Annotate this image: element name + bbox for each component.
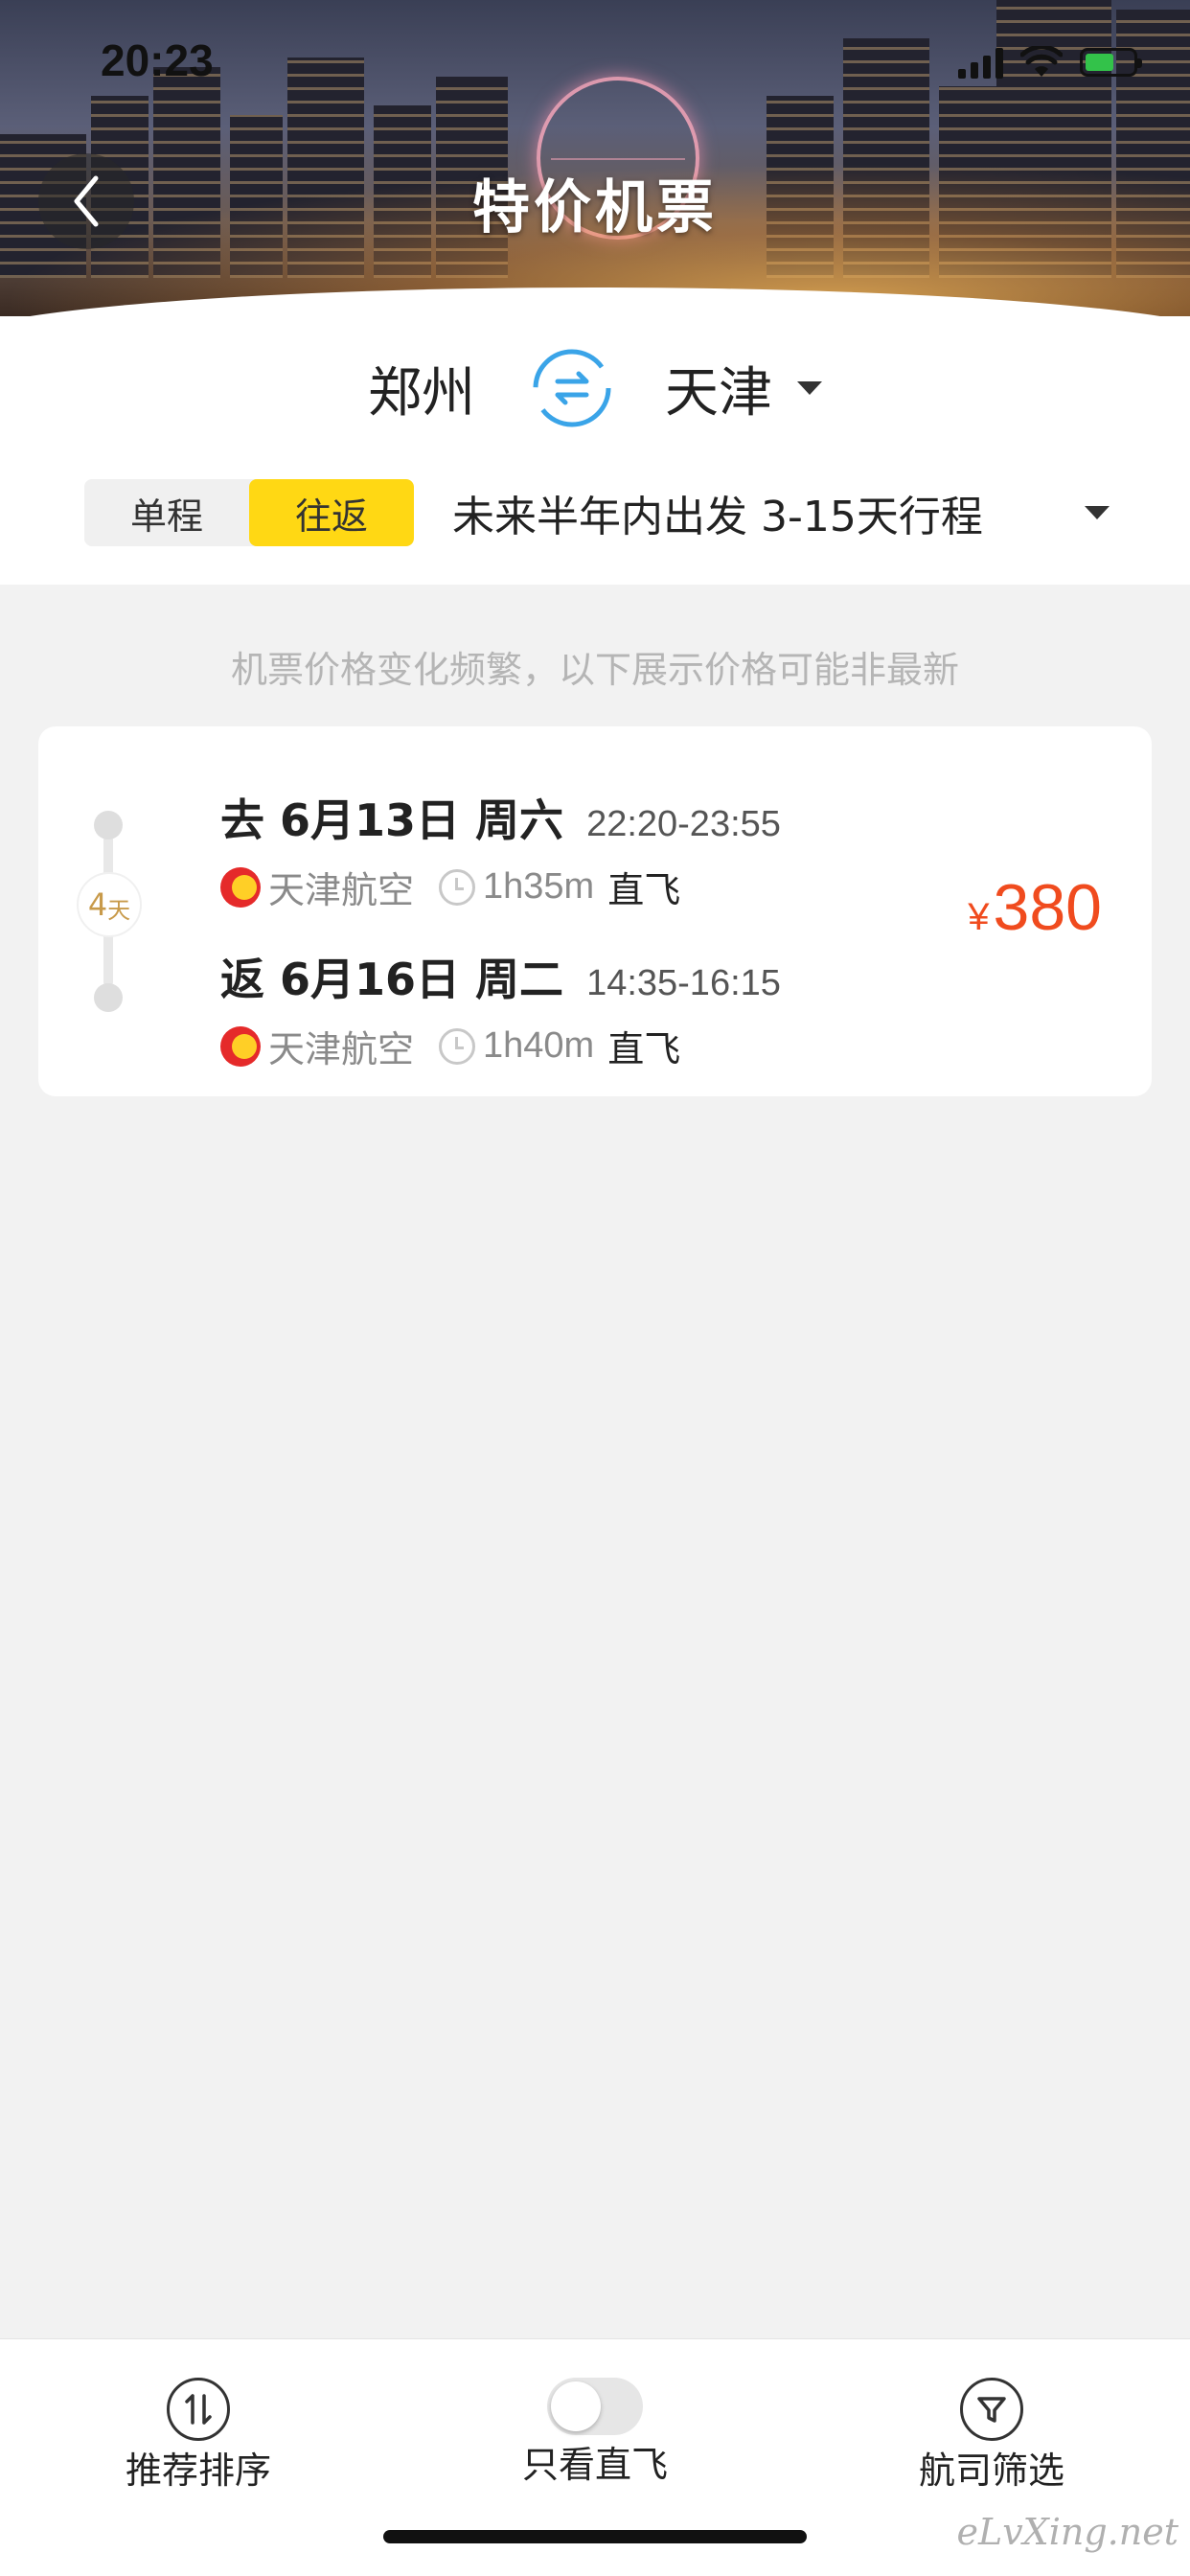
clock-icon — [439, 868, 476, 906]
sort-label: 推荐排序 — [125, 2450, 271, 2492]
round-trip-option[interactable]: 往返 — [249, 479, 414, 546]
watermark: eLvXing.net — [956, 2511, 1179, 2553]
price-amount: 380 — [993, 871, 1102, 944]
return-time: 14:35-16:15 — [586, 963, 781, 1003]
battery-icon — [1080, 48, 1142, 77]
trip-type-toggle: 单程 往返 — [84, 479, 414, 546]
cellular-signal-icon — [958, 46, 1003, 79]
trip-days-value: 4 — [87, 886, 108, 923]
destination-city[interactable]: 天津 — [665, 350, 772, 427]
price: ¥ 380 — [968, 870, 1102, 945]
route-panel: 郑州 天津 单程 往返 未来半年内出发 3-15天行程 — [0, 316, 1190, 585]
direct-only-toggle[interactable]: 只看直飞 — [470, 2378, 720, 2488]
sort-icon — [167, 2378, 230, 2441]
trip-days-unit: 天 — [107, 896, 131, 924]
trip-timeline: 4天 — [77, 811, 142, 1012]
clock-icon — [439, 1027, 476, 1065]
outbound-direct-tag: 直飞 — [607, 869, 681, 911]
return-duration: 1h40m — [483, 1025, 595, 1066]
trip-range-dropdown-icon[interactable] — [1085, 506, 1110, 519]
airline-logo-icon — [220, 866, 261, 908]
page-title: 特价机票 — [472, 174, 718, 242]
return-date: 返 6月16日 周二 — [220, 954, 564, 1005]
price-notice: 机票价格变化频繁，以下展示价格可能非最新 — [230, 649, 959, 691]
outbound-airline: 天津航空 — [268, 869, 415, 911]
filter-icon — [960, 2378, 1023, 2441]
wifi-icon — [1020, 46, 1063, 77]
destination-dropdown-icon[interactable] — [797, 381, 822, 395]
status-time: 20:23 — [101, 35, 214, 85]
outbound-leg: 去 6月13日 周六 22:20-23:55 天津航空 1h35m 直飞 — [220, 786, 781, 913]
direct-only-switch[interactable] — [547, 2378, 643, 2435]
sort-button[interactable]: 推荐排序 — [74, 2378, 323, 2494]
flight-result-card[interactable]: 4天 去 6月13日 周六 22:20-23:55 天津航空 1h35m 直飞 … — [38, 726, 1152, 1096]
home-indicator[interactable] — [383, 2530, 807, 2543]
airline-filter-label: 航司筛选 — [918, 2450, 1064, 2492]
airline-filter-button[interactable]: 航司筛选 — [867, 2378, 1116, 2494]
trip-days-badge: 4天 — [77, 872, 142, 937]
return-leg: 返 6月16日 周二 14:35-16:15 天津航空 1h40m 直飞 — [220, 945, 781, 1072]
airline-logo-icon — [220, 1025, 261, 1067]
outbound-date: 去 6月13日 周六 — [220, 794, 564, 846]
direct-only-label: 只看直飞 — [521, 2444, 668, 2486]
swap-cities-icon[interactable] — [529, 345, 615, 431]
outbound-time: 22:20-23:55 — [586, 804, 781, 844]
origin-city[interactable]: 郑州 — [368, 350, 475, 427]
outbound-duration: 1h35m — [483, 866, 595, 907]
one-way-option[interactable]: 单程 — [84, 479, 249, 546]
return-direct-tag: 直飞 — [607, 1028, 681, 1070]
return-airline: 天津航空 — [268, 1028, 415, 1070]
status-icons — [958, 46, 1142, 79]
trip-range-selector[interactable]: 未来半年内出发 3-15天行程 — [452, 482, 1085, 543]
currency-symbol: ¥ — [968, 896, 990, 938]
